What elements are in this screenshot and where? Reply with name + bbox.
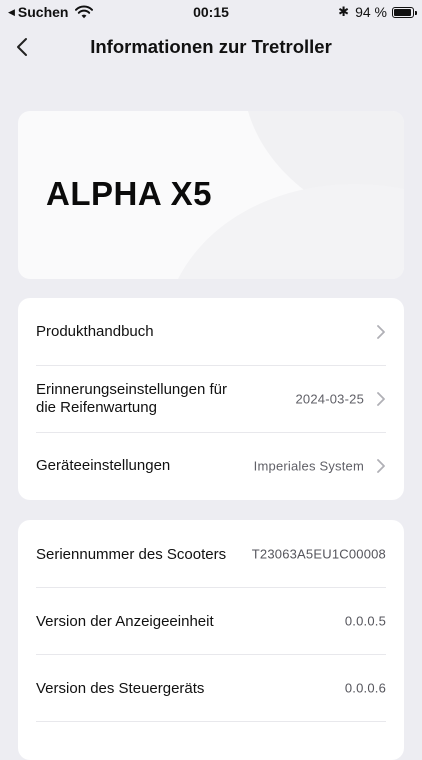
chevron-right-icon <box>377 392 385 406</box>
manual-label: Produkthandbuch <box>36 322 154 340</box>
display-version-row: Version der Anzeigeeinheit 0.0.0.5 <box>36 587 386 654</box>
tire-maintenance-date: 2024-03-25 <box>295 391 364 407</box>
display-version-label: Version der Anzeigeeinheit <box>36 613 214 631</box>
settings-card: Produkthandbuch Erinnerungseinstellungen… <box>18 298 404 500</box>
scooter-hero-card: ALPHA X5 <box>18 111 404 279</box>
chevron-right-icon <box>377 459 385 473</box>
device-info-card: Seriennummer des Scooters T23063A5EU1C00… <box>18 520 404 760</box>
navigation-bar: Informationen zur Tretroller <box>0 24 422 72</box>
controller-version-value: 0.0.0.6 <box>344 680 386 696</box>
device-settings-label: Geräteeinstellungen <box>36 457 171 474</box>
battery-icon <box>392 6 417 18</box>
manual-row[interactable]: Produkthandbuch <box>36 298 386 365</box>
battery-percent: 94 % <box>355 4 387 20</box>
controller-version-label: Version des Steuergeräts <box>36 680 205 698</box>
scooter-model-name: ALPHA X5 <box>46 175 212 212</box>
serial-number-row: Seriennummer des Scooters T23063A5EU1C00… <box>36 520 386 587</box>
controller-version-row: Version des Steuergeräts 0.0.0.6 <box>36 654 386 721</box>
display-version-value: 0.0.0.5 <box>344 613 386 629</box>
status-bar: ◀ Suchen 00:15 ✱ 94 % <box>0 0 422 24</box>
page-title: Informationen zur Tretroller <box>90 36 332 57</box>
serial-number-label: Seriennummer des Scooters <box>36 545 227 563</box>
tire-maintenance-row[interactable]: Erinnerungseinstellungen für die Reifenw… <box>36 365 386 432</box>
serial-number-value: T23063A5EU1C00008 <box>251 546 386 561</box>
next-info-row <box>36 721 386 760</box>
status-right: ✱ 94 % <box>338 4 417 20</box>
device-settings-row[interactable]: Geräteeinstellungen Imperiales System <box>36 432 386 499</box>
bluetooth-icon: ✱ <box>338 4 350 19</box>
unit-system-value: Imperiales System <box>253 458 364 474</box>
tire-maintenance-label: Erinnerungseinstellungen für die Reifenw… <box>36 381 227 416</box>
chevron-right-icon <box>377 324 385 339</box>
battery-fill <box>394 8 411 16</box>
